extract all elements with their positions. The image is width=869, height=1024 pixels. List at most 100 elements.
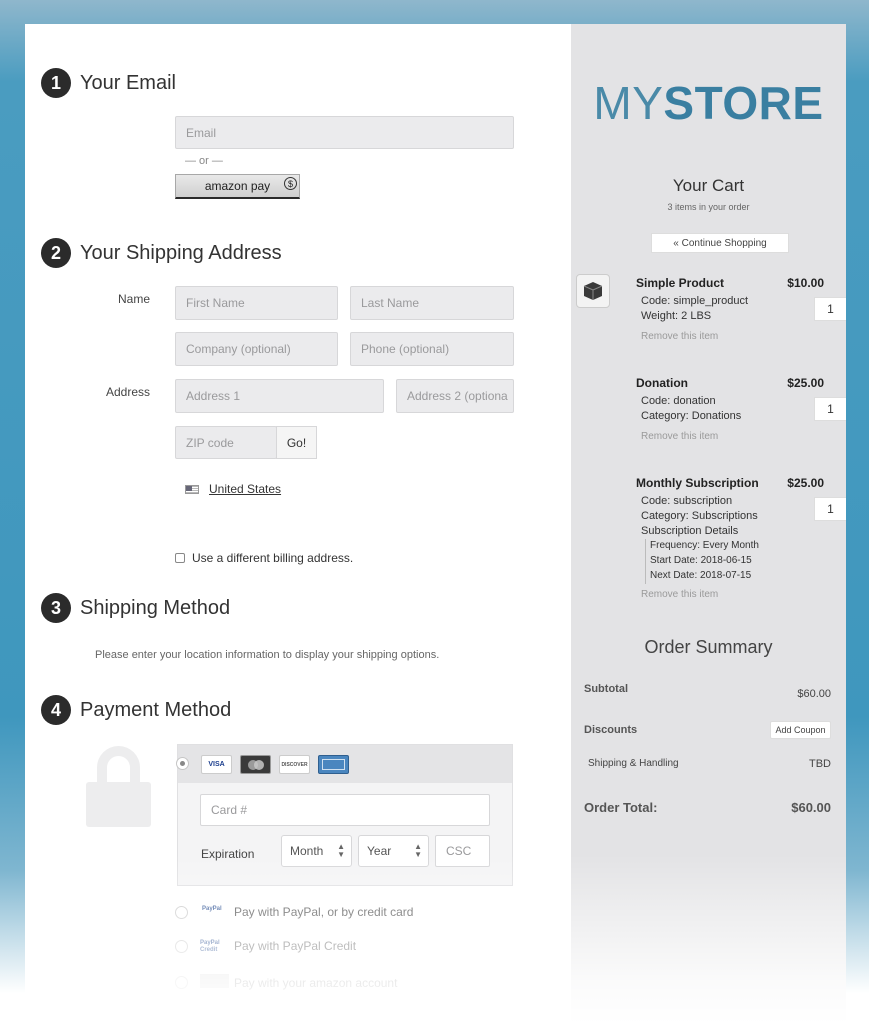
name-label: Name (118, 292, 151, 306)
step-title: Shipping Method (80, 596, 231, 619)
cart-item-price: $10.00 (787, 276, 824, 290)
paypal-radio[interactable] (175, 906, 188, 919)
amazon-icon (200, 974, 229, 988)
first-name-input[interactable]: First Name (175, 286, 338, 320)
card-brands-bar: VISA DISCOVER (176, 745, 512, 783)
cart-item-detail: Subscription Details (641, 525, 739, 537)
company-input[interactable]: Company (optional) (175, 332, 338, 366)
credit-card-panel: VISA DISCOVER Card # Expiration Month ▲ ▼… (176, 744, 513, 886)
cart-item-detail: Category: Subscriptions (641, 510, 758, 522)
country-link[interactable]: United States (209, 482, 281, 496)
cart-item-detail: Code: subscription (641, 495, 733, 507)
step-number: 1 (41, 68, 71, 98)
go-button[interactable]: Go! (276, 426, 317, 459)
amazon-pay-label: amazon pay (204, 179, 271, 193)
step-email-header: 1 Your Email (41, 68, 176, 98)
subtotal-value: $60.00 (797, 688, 831, 700)
paypal-label: Pay with PayPal, or by credit card (234, 905, 414, 919)
address1-input[interactable]: Address 1 (175, 379, 384, 413)
discover-icon: DISCOVER (279, 755, 310, 774)
cart-item-detail: Weight: 2 LBS (641, 310, 712, 322)
subscription-detail: Frequency: Every Month (650, 540, 759, 551)
remove-item-link[interactable]: Remove this item (641, 431, 718, 442)
last-name-input[interactable]: Last Name (350, 286, 514, 320)
credit-card-radio[interactable] (176, 757, 189, 770)
or-separator: — or — (185, 155, 223, 167)
year-value: Year (367, 844, 392, 858)
expiration-label: Expiration (201, 847, 255, 861)
logo-store: STORE (663, 77, 824, 129)
expiration-month-select[interactable]: Month ▲ ▼ (281, 835, 352, 867)
paypal-credit-label: Pay with PayPal Credit (234, 939, 357, 953)
step-number: 3 (41, 593, 71, 623)
details-divider (645, 539, 646, 584)
order-summary-title: Order Summary (644, 637, 773, 657)
amazon-account-label: Pay with your amazon account (234, 976, 398, 990)
step-number: 2 (41, 238, 71, 268)
amazon-account-radio[interactable] (175, 976, 188, 989)
zip-input[interactable]: ZIP code (175, 426, 277, 459)
paypal-credit-icon: PayPal Credit (200, 940, 220, 953)
phone-input[interactable]: Phone (optional) (350, 332, 514, 366)
paypal-credit-radio[interactable] (175, 940, 188, 953)
mastercard-icon (240, 755, 271, 774)
cart-item-name: Donation (636, 376, 688, 390)
address-label: Address (106, 385, 151, 399)
remove-item-link[interactable]: Remove this item (641, 331, 718, 342)
step-shipping-method-header: 3 Shipping Method (41, 593, 230, 623)
cart-item-detail: Code: simple_product (641, 295, 749, 307)
subscription-detail: Next Date: 2018-07-15 (650, 570, 752, 581)
quantity-input[interactable]: 1 (814, 397, 846, 421)
billing-address-checkbox[interactable] (175, 553, 185, 563)
coin-icon: $ (284, 177, 297, 190)
box-icon (583, 282, 603, 300)
add-coupon-button[interactable]: Add Coupon (770, 721, 831, 739)
remove-item-link[interactable]: Remove this item (641, 589, 718, 600)
paypal-icon: PayPal (202, 906, 222, 912)
store-logo: MYSTORE (571, 76, 846, 130)
step-title: Your Shipping Address (80, 241, 282, 264)
card-number-input[interactable]: Card # (200, 794, 490, 826)
discounts-label: Discounts (584, 724, 638, 736)
us-flag-icon (185, 485, 199, 494)
cart-sidebar: MYSTORE Your Cart 3 items in your order … (571, 24, 846, 1024)
cart-item-price: $25.00 (787, 476, 824, 490)
checkout-window: 1 Your Email Email — or — amazon pay $ 2… (25, 24, 846, 1024)
shipping-handling-label: Shipping & Handling (588, 758, 679, 769)
continue-shopping-button[interactable]: « Continue Shopping (651, 233, 789, 253)
address2-input[interactable]: Address 2 (optiona (396, 379, 514, 413)
cart-item-detail: Category: Donations (641, 410, 742, 422)
month-value: Month (290, 844, 324, 858)
step-title: Payment Method (80, 698, 232, 721)
order-total-label: Order Total: (584, 800, 658, 815)
product-thumbnail (576, 274, 610, 308)
step-number: 4 (41, 695, 71, 725)
cart-title: Your Cart (672, 176, 745, 195)
amex-icon (318, 755, 349, 774)
email-input[interactable]: Email (175, 116, 514, 149)
order-total-value: $60.00 (791, 800, 831, 815)
step-title: Your Email (80, 71, 176, 94)
updown-arrow-icon: ▲ ▼ (337, 842, 345, 859)
csc-input[interactable]: CSC (435, 835, 490, 867)
step-shipping-address-header: 2 Your Shipping Address (41, 238, 282, 268)
cart-item-name: Monthly Subscription (636, 476, 759, 490)
subtotal-label: Subtotal (584, 683, 628, 695)
shipping-handling-value: TBD (809, 758, 831, 770)
quantity-input[interactable]: 1 (814, 297, 846, 321)
visa-icon: VISA (201, 755, 232, 774)
cart-item-name: Simple Product (636, 276, 725, 290)
expiration-year-select[interactable]: Year ▲ ▼ (358, 835, 429, 867)
updown-arrow-icon: ▲ ▼ (414, 842, 422, 859)
checkout-form: 1 Your Email Email — or — amazon pay $ 2… (25, 24, 571, 1024)
lock-icon (86, 782, 151, 827)
quantity-input[interactable]: 1 (814, 497, 846, 521)
subscription-detail: Start Date: 2018-06-15 (650, 555, 752, 566)
cart-item-detail: Code: donation (641, 395, 716, 407)
cart-subtitle: 3 items in your order (667, 202, 750, 212)
amazon-pay-button[interactable]: amazon pay $ (175, 174, 300, 199)
cart-item-price: $25.00 (787, 376, 824, 390)
logo-my: MY (593, 77, 664, 129)
shipping-method-message: Please enter your location information t… (95, 649, 440, 661)
step-payment-method-header: 4 Payment Method (41, 695, 231, 725)
